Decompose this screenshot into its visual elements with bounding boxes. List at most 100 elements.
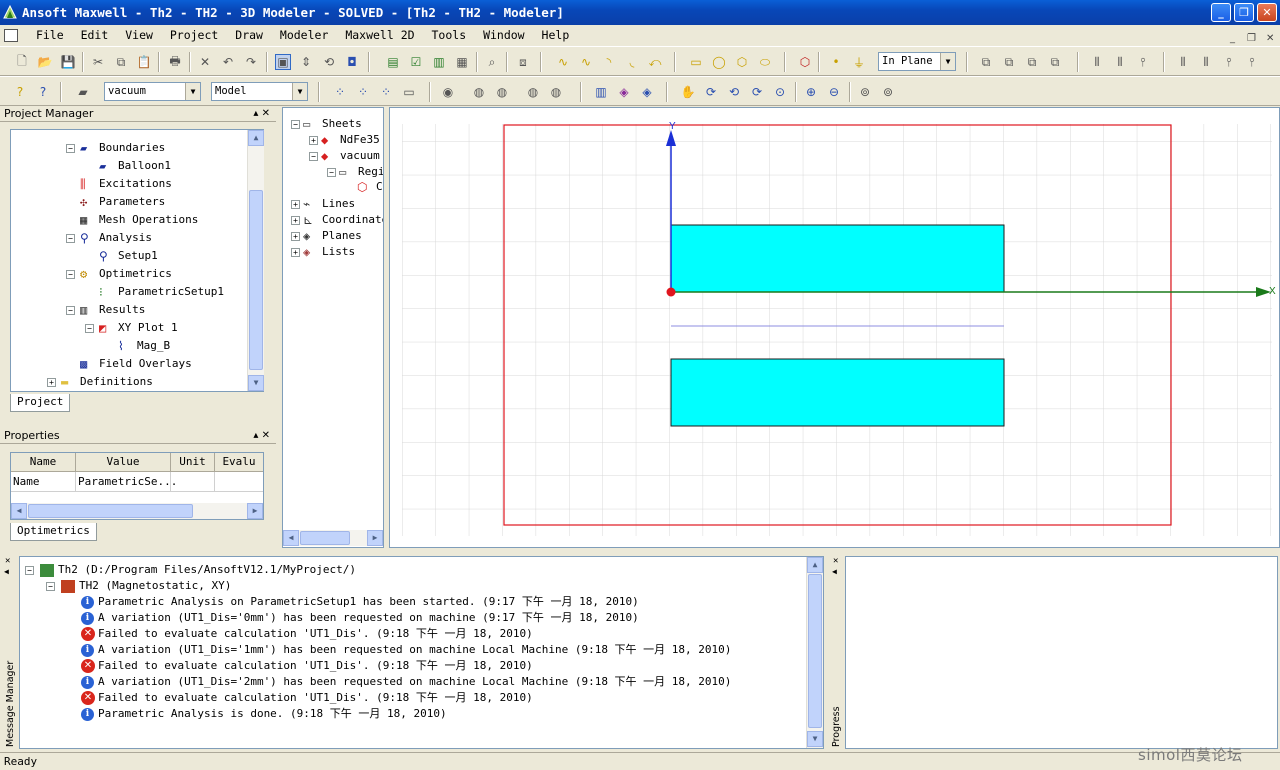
zoom-in-icon[interactable]: ⊕: [803, 84, 819, 100]
select-object-icon[interactable]: ⁘: [332, 84, 348, 100]
tool-d-icon[interactable]: ⫯: [1244, 54, 1260, 70]
copy-icon[interactable]: ⧉: [113, 54, 129, 70]
tree-item[interactable]: ▥ Results: [80, 301, 145, 319]
menu-tools[interactable]: Tools: [427, 25, 472, 46]
expand-icon[interactable]: +: [291, 248, 300, 257]
draw-line-icon[interactable]: ∿: [555, 54, 571, 70]
scroll-right-icon[interactable]: ▶: [247, 503, 263, 519]
panel-pin-icon[interactable]: ◀: [4, 567, 9, 576]
menu-draw[interactable]: Draw: [230, 25, 268, 46]
model-tree-hscroll[interactable]: ◀ ▶: [283, 530, 383, 546]
analyze-icon[interactable]: ▥: [431, 54, 447, 70]
magnet-upper[interactable]: [670, 224, 1005, 293]
col-name[interactable]: Name: [11, 453, 76, 471]
cut-icon[interactable]: ✂: [90, 54, 106, 70]
select-vertex-icon[interactable]: ▭: [401, 84, 417, 100]
report-icon[interactable]: ▤: [385, 54, 401, 70]
align-icon[interactable]: ⫴: [1089, 54, 1105, 70]
tree-item[interactable]: ▬ Definitions: [61, 373, 153, 391]
horizontal-scrollbar[interactable]: ◀ ▶: [11, 503, 263, 519]
scroll-down-icon[interactable]: ▼: [807, 731, 823, 747]
align2-icon[interactable]: ⫴: [1112, 54, 1128, 70]
tree-item[interactable]: ▩ Field Overlays: [80, 355, 192, 373]
select-edge-icon[interactable]: ⁘: [378, 84, 394, 100]
zoom-fit-icon[interactable]: ⌕: [484, 54, 500, 70]
orbit2-icon[interactable]: ⟳: [749, 84, 765, 100]
panel-pin-icon[interactable]: ◀: [832, 567, 837, 576]
draw-spline-icon[interactable]: ∿: [578, 54, 594, 70]
scroll-up-icon[interactable]: ▲: [807, 557, 823, 573]
modeler-drawing[interactable]: X Y: [390, 108, 1279, 547]
tool-a-icon[interactable]: ⫴: [1175, 54, 1191, 70]
model-tree-item[interactable]: ⬡ C: [357, 178, 383, 196]
context-help-icon[interactable]: ?: [35, 84, 51, 100]
draw-region-icon[interactable]: ⬡: [797, 54, 813, 70]
scroll-thumb[interactable]: [808, 574, 822, 728]
expand-icon[interactable]: +: [47, 378, 56, 387]
save-icon[interactable]: 💾: [60, 54, 76, 70]
plane-icon[interactable]: ⏚: [851, 54, 867, 70]
show2-icon[interactable]: ◍: [548, 84, 564, 100]
col-unit[interactable]: Unit: [171, 453, 215, 471]
select-face-icon[interactable]: ⁘: [355, 84, 371, 100]
model-tree-item[interactable]: ◈ Lists: [303, 243, 355, 261]
field-plot-icon[interactable]: ◈: [616, 84, 632, 100]
tool-b-icon[interactable]: ⫴: [1198, 54, 1214, 70]
scroll-thumb[interactable]: [300, 531, 350, 545]
draw-ellipse-icon[interactable]: ⬭: [757, 54, 773, 70]
tree-item[interactable]: ⫼ Excitations: [80, 175, 172, 193]
menu-view[interactable]: View: [120, 25, 158, 46]
collapse-icon[interactable]: −: [309, 152, 318, 161]
minimize-button[interactable]: _: [1211, 3, 1231, 22]
col-value[interactable]: Value: [76, 453, 171, 471]
draw-arc2-icon[interactable]: ◟: [624, 54, 640, 70]
col-evaluated[interactable]: Evalu: [215, 453, 263, 471]
scroll-down-icon[interactable]: ▼: [248, 375, 264, 391]
menu-maxwell2d[interactable]: Maxwell 2D: [340, 25, 419, 46]
message-row[interactable]: i Parametric Analysis on ParametricSetup1…: [81, 594, 639, 610]
eye-icon[interactable]: ◉: [440, 84, 456, 100]
expand-icon[interactable]: +: [309, 136, 318, 145]
undo-icon[interactable]: ↶: [220, 54, 236, 70]
menu-modeler[interactable]: Modeler: [275, 25, 333, 46]
collapse-icon[interactable]: −: [291, 120, 300, 129]
draw-arc-icon[interactable]: ◝: [601, 54, 617, 70]
panel-controls-icon[interactable]: ▴ ✕: [253, 428, 270, 444]
subtract-icon[interactable]: ⧉: [1001, 54, 1017, 70]
draw-circle-icon[interactable]: ◯: [711, 54, 727, 70]
tree-item[interactable]: ⌇ Mag_B: [118, 337, 170, 355]
message-row[interactable]: ✕ Failed to evaluate calculation 'UT1_Dis…: [81, 658, 533, 674]
validate-icon[interactable]: ◘: [344, 54, 360, 70]
tab-project[interactable]: Project: [10, 394, 71, 412]
vertical-scrollbar[interactable]: ▲ ▼: [806, 557, 823, 748]
open-icon[interactable]: 📂: [37, 54, 53, 70]
vertical-scrollbar[interactable]: ▲ ▼: [247, 130, 264, 391]
move-icon[interactable]: ⇕: [298, 54, 314, 70]
collapse-icon[interactable]: −: [66, 144, 75, 153]
collapse-icon[interactable]: −: [85, 324, 94, 333]
show-icon[interactable]: ◍: [525, 84, 541, 100]
scroll-thumb[interactable]: [28, 504, 193, 518]
panel-close-icon[interactable]: ✕: [5, 556, 10, 566]
collapse-icon[interactable]: −: [327, 168, 336, 177]
tree-item[interactable]: ⁝ ParametricSetup1: [99, 283, 224, 301]
expand-icon[interactable]: +: [291, 232, 300, 241]
message-row[interactable]: TH2 (Magnetostatic, XY): [61, 578, 231, 594]
modeler-canvas[interactable]: X Y: [389, 107, 1280, 548]
tree-item[interactable]: ▦ Mesh Operations: [80, 211, 198, 229]
intersect-icon[interactable]: ⧉: [1024, 54, 1040, 70]
zoom-out-icon[interactable]: ⊖: [826, 84, 842, 100]
menu-window[interactable]: Window: [478, 25, 530, 46]
split-icon[interactable]: ⧉: [1047, 54, 1063, 70]
tree-item[interactable]: ▰ Balloon1: [99, 157, 171, 175]
scroll-left-icon[interactable]: ◀: [11, 503, 27, 519]
mirror-icon[interactable]: ⫯: [1135, 54, 1151, 70]
menu-project[interactable]: Project: [165, 25, 223, 46]
pan-icon[interactable]: ✋: [680, 84, 696, 100]
print-icon[interactable]: 🖶: [167, 54, 183, 70]
results-icon[interactable]: ▦: [454, 54, 470, 70]
orbit-icon[interactable]: ⟲: [726, 84, 742, 100]
magnet-lower[interactable]: [670, 358, 1005, 427]
check-icon[interactable]: ☑: [408, 54, 424, 70]
select-icon[interactable]: ▣: [275, 54, 291, 70]
